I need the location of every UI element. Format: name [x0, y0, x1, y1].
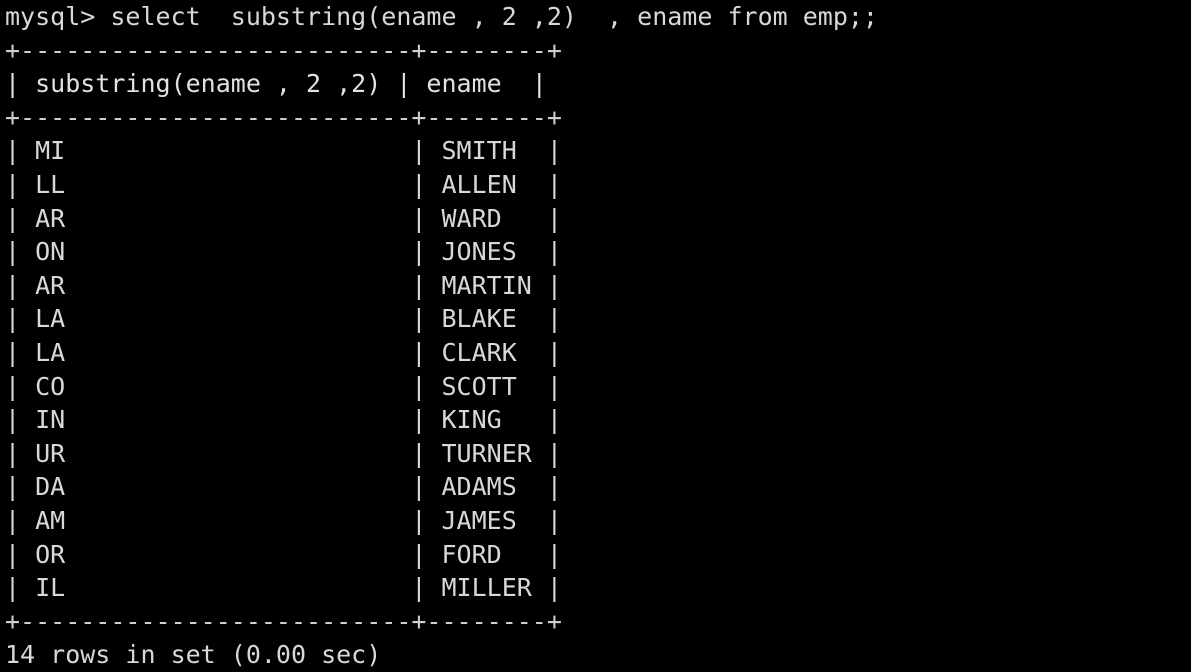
table-row: | OR | FORD | [5, 539, 562, 569]
table-row: | LA | BLAKE | [5, 304, 562, 334]
table-rule-top: +--------------------------+--------+ [5, 35, 562, 65]
table-row: | DA | ADAMS | [5, 472, 562, 502]
terminal-screen[interactable]: mysql> select substring(ename , 2 ,2) , … [0, 0, 1191, 671]
table-row: | IL | MILLER | [5, 573, 562, 603]
table-row: | CO | SCOTT | [5, 371, 562, 401]
table-header-row: | substring(ename , 2 ,2) | ename | [5, 69, 547, 99]
table-row: | IN | KING | [5, 405, 562, 435]
table-row: | MI | SMITH | [5, 136, 562, 166]
mysql-prompt-line: mysql> select substring(ename , 2 ,2) , … [5, 2, 878, 31]
table-row: | AR | WARD | [5, 203, 562, 233]
result-status-line: 14 rows in set (0.00 sec) [5, 640, 382, 670]
table-row: | AM | JAMES | [5, 505, 562, 535]
table-rule-bottom: +--------------------------+--------+ [5, 606, 562, 636]
table-row: | UR | TURNER | [5, 438, 562, 468]
table-rule-middle: +--------------------------+--------+ [5, 102, 562, 132]
table-row: | AR | MARTIN | [5, 270, 562, 300]
table-row: | LL | ALLEN | [5, 169, 562, 199]
table-row: | LA | CLARK | [5, 337, 562, 367]
table-row: | ON | JONES | [5, 237, 562, 267]
